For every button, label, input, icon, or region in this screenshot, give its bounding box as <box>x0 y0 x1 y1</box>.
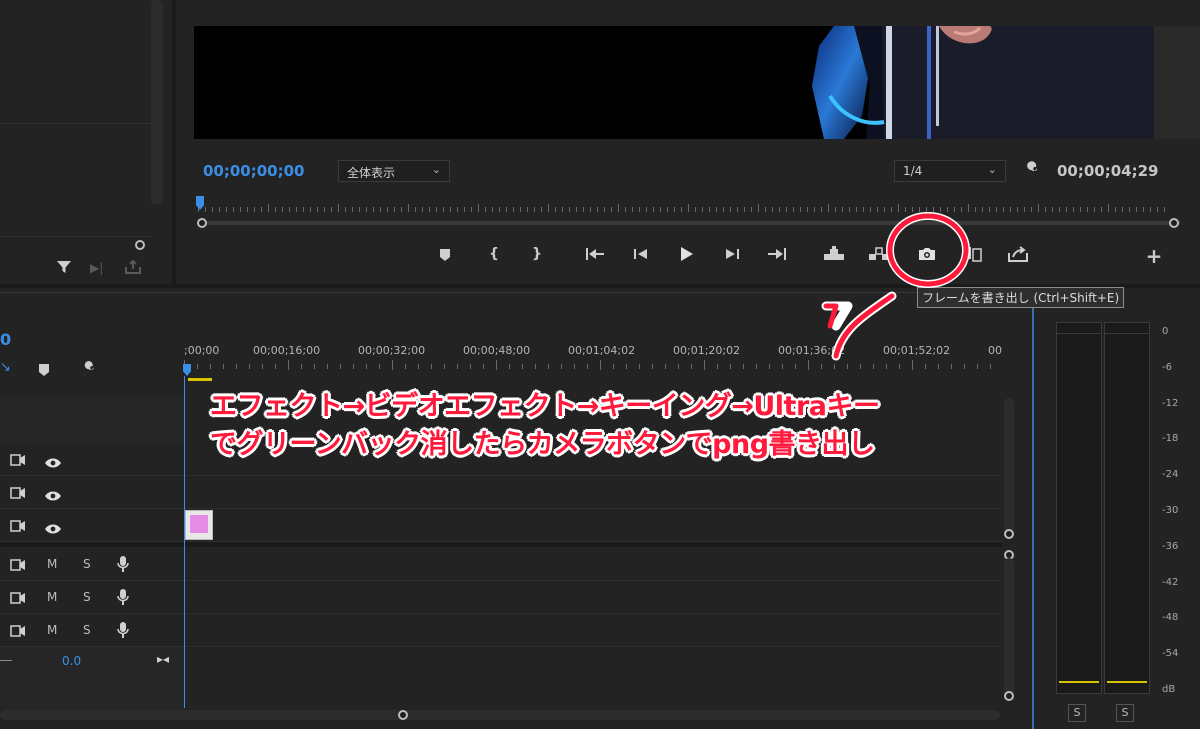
annotation-text-line1: エフェクト→ビデオエフェクト→キーイング→Ultraキー <box>210 391 880 422</box>
annotation-overlay <box>821 212 970 361</box>
annotation-text-line2: でグリーンバック消したらカメラボタンでpng書き出し <box>210 429 875 460</box>
